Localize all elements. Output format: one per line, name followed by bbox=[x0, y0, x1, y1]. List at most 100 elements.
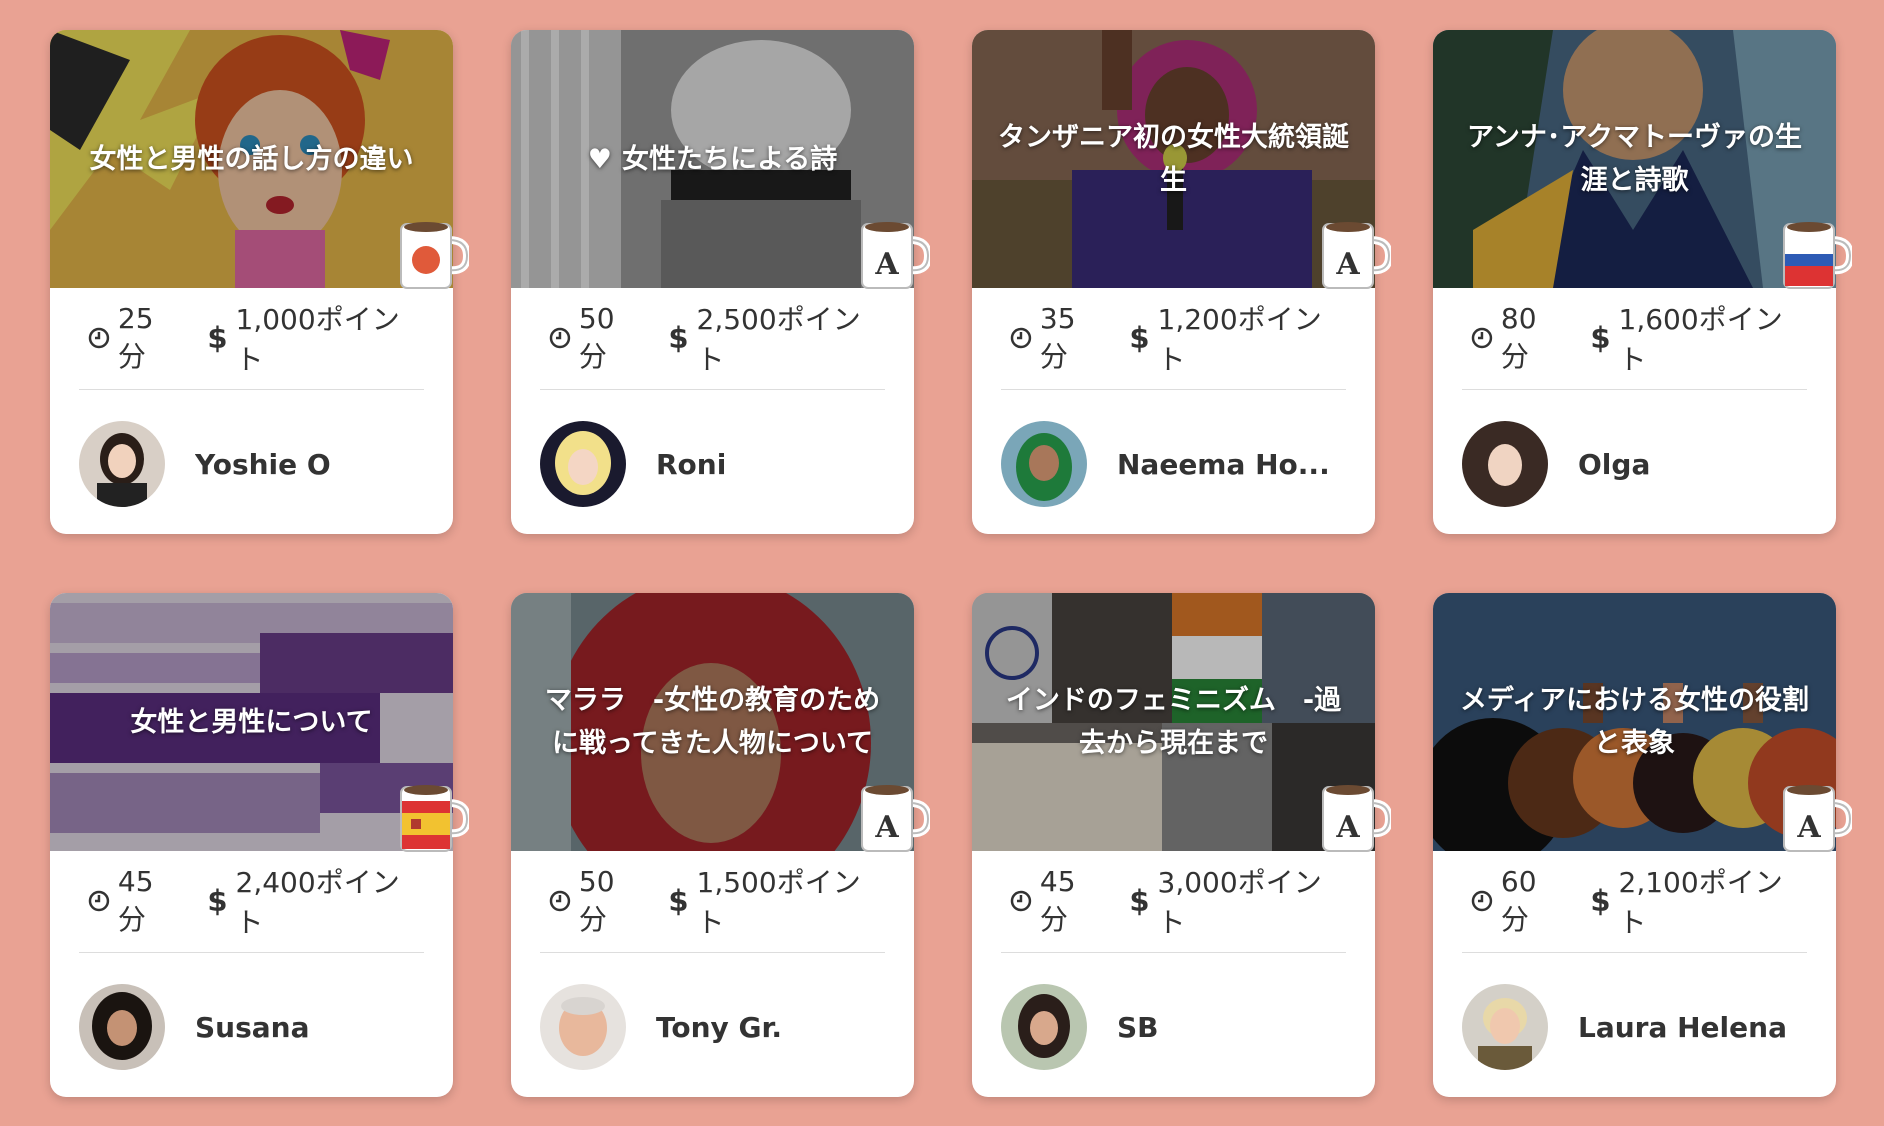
avatar[interactable] bbox=[1001, 421, 1087, 507]
avatar[interactable] bbox=[79, 421, 165, 507]
lesson-grid: 女性と男性の話し方の違い 25分 $ 1,000ポイント Yoshie O ♥ … bbox=[50, 30, 1852, 1097]
lesson-price: 2,500ポイント bbox=[696, 303, 861, 376]
english-a-mug-icon: A bbox=[1322, 785, 1391, 852]
svg-text:A: A bbox=[1796, 810, 1821, 845]
lesson-duration: 45分 bbox=[1039, 864, 1076, 936]
svg-text:A: A bbox=[874, 810, 899, 845]
clock-icon bbox=[1471, 327, 1493, 349]
heart-icon: ♥ bbox=[587, 143, 612, 175]
teacher-name[interactable]: Naeema Ho... bbox=[1117, 448, 1330, 481]
teacher-row[interactable]: Laura Helena bbox=[1462, 983, 1816, 1071]
lesson-meta: 35分 $ 1,200ポイント bbox=[972, 288, 1375, 388]
lesson-meta: 45分 $ 2,400ポイント bbox=[50, 851, 453, 951]
teacher-name[interactable]: Susana bbox=[195, 1011, 310, 1044]
teacher-name[interactable]: Tony Gr. bbox=[656, 1011, 782, 1044]
lesson-price: 2,100ポイント bbox=[1618, 866, 1783, 939]
lesson-title: ♥ 女性たちによる詩 bbox=[511, 30, 914, 288]
lesson-thumbnail[interactable]: 女性と男性について bbox=[50, 593, 453, 851]
svg-text:A: A bbox=[1335, 247, 1360, 282]
avatar[interactable] bbox=[540, 421, 626, 507]
dollar-icon: $ bbox=[668, 884, 689, 918]
lesson-price: 3,000ポイント bbox=[1157, 866, 1322, 939]
lesson-duration: 25分 bbox=[117, 301, 154, 373]
divider bbox=[1001, 952, 1346, 953]
teacher-name[interactable]: Laura Helena bbox=[1578, 1011, 1787, 1044]
avatar[interactable] bbox=[540, 984, 626, 1070]
lesson-card[interactable]: マララ -女性の教育のために戦ってきた人物について A 50分 $ 1,500ポ… bbox=[511, 593, 930, 1097]
svg-text:A: A bbox=[874, 247, 899, 282]
lesson-duration: 80分 bbox=[1500, 301, 1537, 373]
teacher-row[interactable]: SB bbox=[1001, 983, 1355, 1071]
teacher-name[interactable]: Yoshie O bbox=[195, 448, 331, 481]
clock-icon bbox=[1010, 327, 1032, 349]
english-a-mug-icon: A bbox=[861, 222, 930, 289]
divider bbox=[1462, 952, 1807, 953]
dollar-icon: $ bbox=[1129, 884, 1150, 918]
lesson-price: 2,400ポイント bbox=[235, 866, 400, 939]
dollar-icon: $ bbox=[1590, 321, 1611, 355]
teacher-name[interactable]: SB bbox=[1117, 1011, 1159, 1044]
clock-icon bbox=[88, 327, 110, 349]
clock-icon bbox=[549, 890, 571, 912]
english-a-mug-icon: A bbox=[1322, 222, 1391, 289]
lesson-thumbnail[interactable]: アンナ･アクマトーヴァの生涯と詩歌 bbox=[1433, 30, 1836, 288]
lesson-thumbnail[interactable]: インドのフェミニズム -過去から現在まで bbox=[972, 593, 1375, 851]
lesson-duration: 60分 bbox=[1500, 864, 1537, 936]
dollar-icon: $ bbox=[207, 884, 228, 918]
lesson-price: 1,200ポイント bbox=[1157, 303, 1322, 376]
divider bbox=[1001, 389, 1346, 390]
svg-text:A: A bbox=[1335, 810, 1360, 845]
avatar[interactable] bbox=[1462, 984, 1548, 1070]
teacher-row[interactable]: Susana bbox=[79, 983, 433, 1071]
lesson-duration: 50分 bbox=[578, 864, 615, 936]
avatar[interactable] bbox=[1462, 421, 1548, 507]
lesson-title: メディアにおける女性の役割と表象 bbox=[1459, 685, 1810, 759]
clock-icon bbox=[1010, 890, 1032, 912]
divider bbox=[540, 952, 885, 953]
lesson-meta: 50分 $ 2,500ポイント bbox=[511, 288, 914, 388]
english-a-mug-icon: A bbox=[861, 785, 930, 852]
dollar-icon: $ bbox=[668, 321, 689, 355]
teacher-row[interactable]: Yoshie O bbox=[79, 420, 433, 508]
dollar-icon: $ bbox=[1590, 884, 1611, 918]
divider bbox=[79, 389, 424, 390]
lesson-duration: 50分 bbox=[578, 301, 615, 373]
lesson-card[interactable]: アンナ･アクマトーヴァの生涯と詩歌 80分 $ 1,600ポイント Olga bbox=[1433, 30, 1852, 534]
english-a-mug-icon: A bbox=[1783, 785, 1852, 852]
lesson-thumbnail[interactable]: マララ -女性の教育のために戦ってきた人物について bbox=[511, 593, 914, 851]
teacher-row[interactable]: Olga bbox=[1462, 420, 1816, 508]
clock-icon bbox=[549, 327, 571, 349]
avatar[interactable] bbox=[79, 984, 165, 1070]
lesson-title: マララ -女性の教育のために戦ってきた人物について bbox=[544, 685, 881, 759]
lesson-title: インドのフェミニズム -過去から現在まで bbox=[1005, 685, 1342, 759]
lesson-thumbnail[interactable]: ♥ 女性たちによる詩 bbox=[511, 30, 914, 288]
lesson-price: 1,000ポイント bbox=[235, 303, 400, 376]
lesson-thumbnail[interactable]: 女性と男性の話し方の違い bbox=[50, 30, 453, 288]
teacher-row[interactable]: Roni bbox=[540, 420, 894, 508]
teacher-row[interactable]: Tony Gr. bbox=[540, 983, 894, 1071]
lesson-card[interactable]: インドのフェミニズム -過去から現在まで A 45分 $ 3,000ポイント S… bbox=[972, 593, 1391, 1097]
lesson-meta: 45分 $ 3,000ポイント bbox=[972, 851, 1375, 951]
lesson-card[interactable]: メディアにおける女性の役割と表象 A 60分 $ 2,100ポイント Laura… bbox=[1433, 593, 1852, 1097]
teacher-name[interactable]: Olga bbox=[1578, 448, 1650, 481]
lesson-meta: 25分 $ 1,000ポイント bbox=[50, 288, 453, 388]
lesson-card[interactable]: 女性と男性の話し方の違い 25分 $ 1,000ポイント Yoshie O bbox=[50, 30, 469, 534]
lesson-card[interactable]: ♥ 女性たちによる詩 A 50分 $ 2,500ポイント Roni bbox=[511, 30, 930, 534]
clock-icon bbox=[88, 890, 110, 912]
lesson-thumbnail[interactable]: タンザニア初の女性大統領誕生 bbox=[972, 30, 1375, 288]
teacher-row[interactable]: Naeema Ho... bbox=[1001, 420, 1355, 508]
lesson-card[interactable]: タンザニア初の女性大統領誕生 A 35分 $ 1,200ポイント Naeema … bbox=[972, 30, 1391, 534]
lesson-card[interactable]: 女性と男性について 45分 $ 2,400ポイント Susana bbox=[50, 593, 469, 1097]
avatar[interactable] bbox=[1001, 984, 1087, 1070]
divider bbox=[1462, 389, 1807, 390]
lesson-title: アンナ･アクマトーヴァの生涯と詩歌 bbox=[1466, 122, 1803, 196]
lesson-thumbnail[interactable]: メディアにおける女性の役割と表象 bbox=[1433, 593, 1836, 851]
dollar-icon: $ bbox=[1129, 321, 1150, 355]
spain-flag-mug-icon bbox=[400, 785, 469, 852]
lesson-title: タンザニア初の女性大統領誕生 bbox=[998, 122, 1349, 196]
divider bbox=[79, 952, 424, 953]
lesson-meta: 60分 $ 2,100ポイント bbox=[1433, 851, 1836, 951]
japan-flag-mug-icon bbox=[400, 222, 469, 289]
lesson-title: 女性と男性の話し方の違い bbox=[89, 143, 414, 175]
teacher-name[interactable]: Roni bbox=[656, 448, 726, 481]
